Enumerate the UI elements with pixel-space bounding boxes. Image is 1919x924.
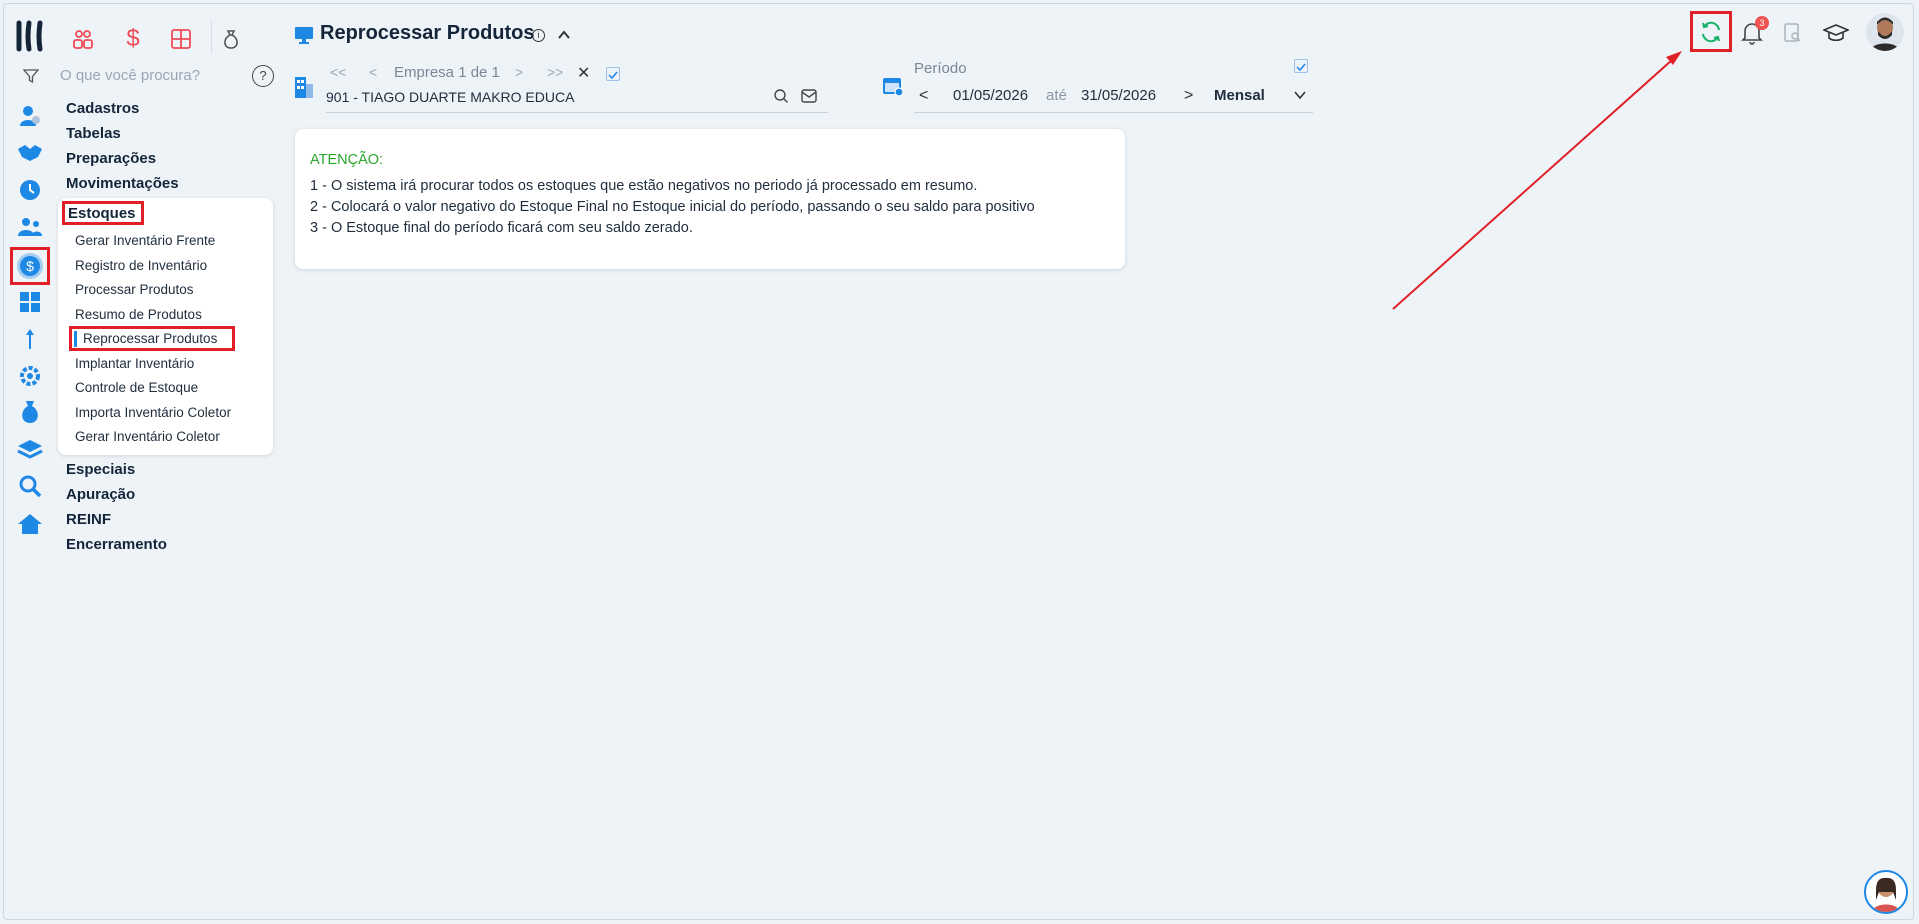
annotation-arrow [1392, 51, 1682, 310]
assistant-avatar[interactable] [1864, 870, 1908, 914]
